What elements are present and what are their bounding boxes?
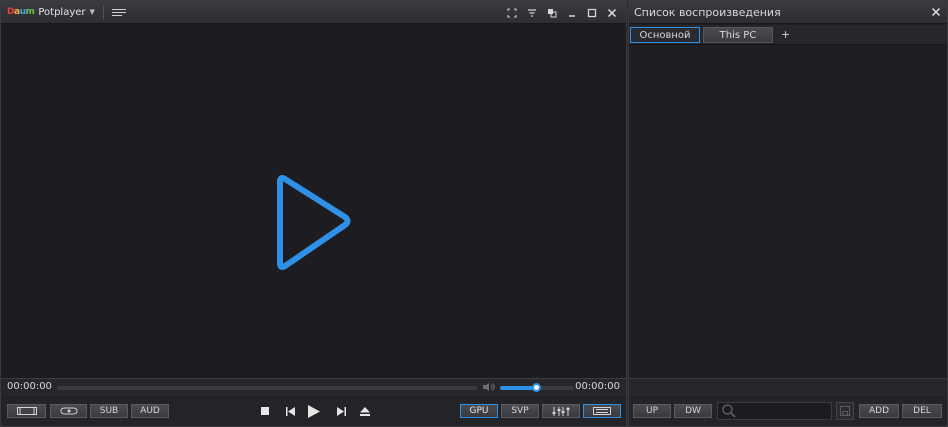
move-down-button[interactable]: DW [674, 404, 712, 418]
filter-icon[interactable] [522, 3, 542, 23]
seek-bar[interactable] [57, 386, 477, 390]
play-icon[interactable] [306, 403, 322, 419]
delete-button[interactable]: DEL [902, 404, 942, 418]
maximize-icon[interactable] [582, 3, 602, 23]
window-mode-icon[interactable] [542, 3, 562, 23]
equalizer-button[interactable] [542, 404, 580, 418]
tab-main[interactable]: Основной [630, 27, 700, 43]
app-name: Potplayer [38, 6, 86, 18]
gpu-button[interactable]: GPU [460, 404, 498, 418]
volume-knob[interactable] [532, 383, 541, 392]
total-time: 00:00:00 [575, 381, 620, 392]
add-button[interactable]: ADD [859, 404, 899, 418]
elapsed-time: 00:00:00 [7, 381, 52, 392]
playlist-search-input[interactable] [717, 402, 832, 420]
tab-this-pc[interactable]: This PC [703, 27, 773, 43]
add-tab-button[interactable]: + [781, 28, 790, 41]
video-area[interactable] [1, 24, 626, 378]
subtitle-button[interactable]: SUB [90, 404, 128, 418]
control-row: SUB AUD GPU SVP [1, 397, 626, 426]
next-icon[interactable] [333, 403, 349, 419]
playlist-panel: Список воспроизведения Основной This PC … [628, 0, 948, 427]
playlist-status-bar [629, 378, 947, 396]
previous-icon[interactable] [282, 403, 298, 419]
daum-logo: Daum [7, 7, 35, 17]
app-menu-button[interactable]: Daum Potplayer ▼ [7, 1, 95, 24]
move-up-button[interactable]: UP [633, 404, 671, 418]
volume-icon[interactable] [482, 382, 495, 395]
close-icon[interactable] [931, 4, 941, 20]
volume-slider[interactable] [500, 383, 574, 392]
playlist-button[interactable] [583, 404, 621, 418]
player-titlebar: Daum Potplayer ▼ [1, 1, 626, 24]
search-icon [722, 404, 736, 421]
fullscreen-icon[interactable] [502, 3, 522, 23]
playlist-controls: UP DW ADD DEL [629, 397, 947, 426]
audio-button[interactable]: AUD [131, 404, 169, 418]
player-window: Daum Potplayer ▼ 00:00:00 00:00:00 SUB A… [0, 0, 627, 427]
playlist-tabs: Основной This PC + [629, 25, 947, 45]
minimize-icon[interactable] [562, 3, 582, 23]
close-icon[interactable] [602, 3, 622, 23]
playlist-title: Список воспроизведения [634, 6, 781, 19]
seek-row: 00:00:00 00:00:00 [1, 378, 626, 396]
playlist-titlebar: Список воспроизведения [629, 1, 947, 24]
titlebar-divider [102, 5, 104, 19]
stop-icon[interactable] [257, 403, 273, 419]
play-large-icon[interactable] [275, 175, 351, 276]
playlist-items[interactable] [629, 45, 947, 378]
svp-button[interactable]: SVP [501, 404, 539, 418]
3d-mode-button[interactable] [50, 404, 87, 418]
playlist-toggle-icon[interactable] [111, 8, 126, 16]
caret-down-icon: ▼ [89, 8, 95, 16]
save-playlist-icon[interactable] [836, 402, 854, 420]
eject-icon[interactable] [357, 403, 373, 419]
aspect-ratio-button[interactable] [7, 404, 46, 418]
